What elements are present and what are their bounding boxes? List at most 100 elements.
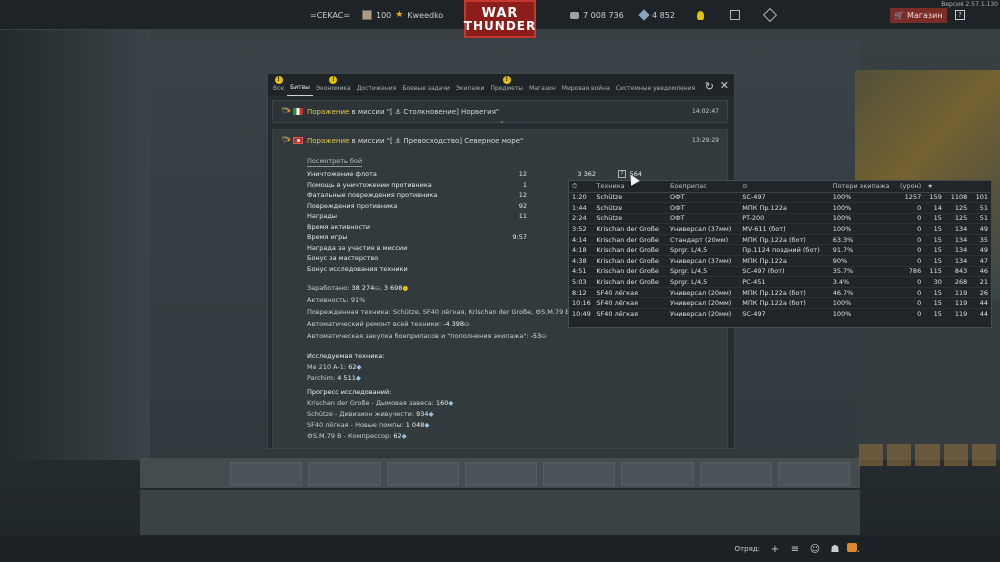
damage-breakdown-tooltip: ⏱ Техника Боеприпас ⊙ Потери экипажа (урон) ★ … (568, 180, 992, 328)
stat-count: 12 (518, 191, 527, 199)
earned-rp: 3 698 (383, 284, 403, 292)
items-button[interactable] (730, 0, 740, 30)
table-cell: Krischan der Große (593, 276, 667, 288)
table-cell: 35.7% (829, 265, 897, 277)
table-cell: 4:18 (569, 244, 594, 256)
tab-label: Экипажи (455, 85, 485, 92)
menu-icon[interactable]: ≡ (790, 544, 800, 555)
research-points-icon: ◆ (424, 421, 430, 429)
close-icon[interactable]: ✕ (720, 79, 729, 92)
table-cell: 3.4% (829, 276, 897, 288)
stat-count: 12 (518, 170, 527, 178)
table-cell: 101 (970, 191, 991, 203)
tab-8[interactable]: Мировая война (559, 85, 613, 96)
silver-lions-icon: ⛀ (464, 320, 470, 328)
tab-3[interactable]: Достижения (354, 85, 400, 96)
tab-label: Предметы (490, 85, 524, 92)
shop-button[interactable]: 🛒 Магазин (890, 8, 947, 23)
table-cell: 0 (896, 286, 925, 298)
progress-line: Krischan der Große - Дымовая завеса: 160… (307, 399, 453, 407)
warning-icon: ! (502, 76, 511, 84)
table-cell: 44 (970, 308, 991, 320)
friends-icon[interactable]: ☺ (810, 544, 820, 555)
table-cell: 21 (970, 276, 991, 288)
tab-0[interactable]: Все! (270, 76, 287, 96)
table-row: 4:38 Krischan der Große Универсал (37мм) МП… (569, 255, 991, 267)
table-row: 10:49 SF40 лёгкая Универсал (20мм) SC-497 10… (569, 308, 991, 320)
table-cell: 134 (944, 244, 971, 256)
table-cell: 4:51 (569, 265, 594, 277)
table-cell: 35 (970, 233, 991, 245)
researched-value: 4 511 (337, 374, 356, 382)
silver-lions-icon: ⛀ (541, 332, 547, 340)
mission-text: в миссии "[ ⚓ Превосходство] Северное мо… (349, 136, 524, 145)
silver-lions-icon: ⛀ (374, 284, 380, 292)
table-row: 10:16 SF40 лёгкая Универсал (20мм) МПК Пр.1… (569, 297, 991, 309)
table-cell: МПК Пр.122а (739, 255, 830, 267)
squad-tag[interactable]: =CEKAC= (310, 0, 350, 30)
help-icon[interactable]: ? (618, 170, 626, 178)
table-cell: 90% (829, 255, 897, 267)
table-row: 4:14 Krischan der Große Стандарт (20мм) МПК… (569, 233, 991, 245)
silver-value: 7 008 736 (583, 10, 624, 20)
tab-6[interactable]: Предметы! (487, 76, 526, 96)
table-cell: 119 (944, 297, 971, 309)
table-cell: 268 (944, 276, 971, 288)
table-cell: SF40 лёгкая (593, 297, 667, 309)
help-button[interactable]: ? (955, 10, 965, 20)
paratrooper-icon: 🪂 (281, 107, 291, 116)
notification-item[interactable]: 🪂 Поражение в миссии "[ ⚓ Столкновение] … (272, 100, 728, 125)
progress-line: ⚙S.M.79 B - Компрессор: 62◆ (307, 432, 407, 440)
damaged-vehicles-line: Поврежденная техника: Schütze, SF40 лёгк… (307, 308, 570, 316)
table-cell: МПК Пр.122а (739, 202, 830, 214)
tab-label: Магазин (529, 85, 556, 92)
researched-header: Исследуемая техника: (307, 352, 385, 360)
tab-2[interactable]: Экономика! (313, 76, 354, 96)
tab-label: Все (273, 85, 285, 92)
refresh-icon[interactable]: ↻ (705, 80, 714, 93)
tab-label: Боевые задачи (402, 85, 450, 92)
view-battle-link[interactable]: Посмотреть бой (307, 157, 363, 167)
table-cell: Универсал (37мм) (667, 223, 740, 235)
table-cell: 0 (896, 276, 925, 288)
tab-1[interactable]: Битвы (287, 84, 313, 96)
tab-label: Битвы (290, 84, 310, 91)
tab-5[interactable]: Экипажи (453, 85, 488, 96)
research-points-icon: ◆ (401, 432, 407, 440)
tab-label: Экономика (315, 85, 351, 92)
notifications-icon[interactable] (847, 543, 857, 552)
table-cell: 49 (970, 223, 991, 235)
premium-button[interactable] (697, 0, 704, 30)
tab-label: Мировая война (561, 85, 610, 92)
table-cell: Sprgr. L/4,5 (667, 276, 740, 288)
table-cell: 100% (829, 212, 897, 224)
stat-count: 9:57 (512, 233, 527, 241)
table-cell: 26 (970, 286, 991, 298)
table-row: 4:51 Krischan der Große Sprgr. L/4,5 SC-497… (569, 265, 991, 277)
background-bottom (140, 490, 860, 535)
cart-icon: 🛒 (894, 11, 904, 20)
table-cell: Krischan der Große (593, 233, 667, 245)
table-cell: ОФТ (667, 212, 740, 224)
tab-7[interactable]: Магазин (526, 85, 559, 96)
clan-icon[interactable]: ☗ (830, 544, 840, 555)
table-cell: 134 (944, 223, 971, 235)
stat-label: Бонус исследования техники (307, 264, 408, 273)
rp-balance[interactable]: 4 852 (638, 0, 675, 30)
silver-balance[interactable]: 7 008 736 (570, 0, 624, 30)
research-points-icon: ◆ (428, 410, 434, 418)
background-cards (855, 440, 1000, 470)
tab-label: Системные уведомления (615, 85, 696, 92)
earned-line: Заработано: 38 274⛀, 3 698● (307, 284, 409, 292)
researched-line: Parchim: 4 511◆ (307, 374, 361, 382)
table-cell: 125 (944, 212, 971, 224)
research-points-icon: ◆ (448, 399, 454, 407)
silver-lions-icon (570, 11, 579, 19)
profile[interactable]: 100 ★ Kweedko (362, 0, 443, 30)
add-squad-icon[interactable]: + (770, 544, 780, 555)
tab-4[interactable]: Боевые задачи (399, 85, 453, 96)
expand-chevron-icon[interactable]: ⌄ (499, 117, 505, 125)
tab-9[interactable]: Системные уведомления (613, 85, 698, 96)
warbond-button[interactable] (762, 0, 778, 30)
mission-text: в миссии "[ ⚓ Столкновение] Норвегия" (349, 107, 500, 116)
